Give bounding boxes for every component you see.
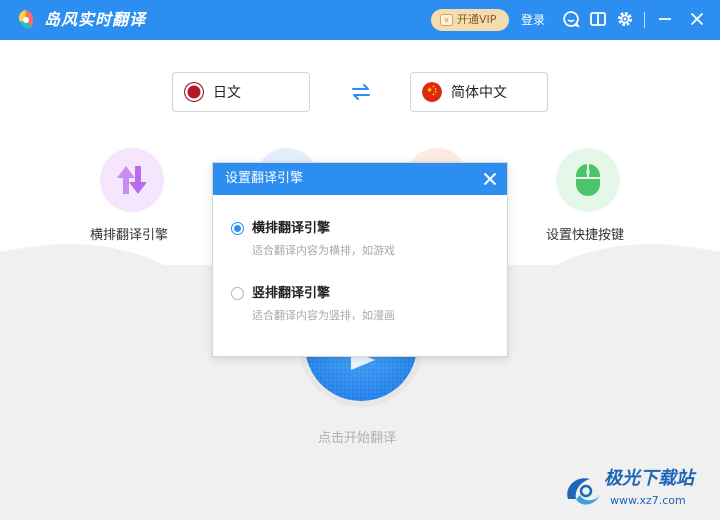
chat-icon[interactable] [562,10,580,28]
dialog-header: 设置翻译引擎 [213,163,507,195]
toolbar-divider [644,12,645,28]
vip-badge-icon: v [440,14,453,26]
option-title: 横排翻译引擎 [252,221,331,236]
radio-vertical[interactable] [231,287,244,300]
shortcut-settings-label: 设置快捷按键 [546,228,625,243]
horizontal-engine-label: 横排翻译引擎 [90,228,169,243]
dialog-close-icon[interactable] [481,170,499,188]
watermark-logo-icon [567,478,600,505]
vip-button[interactable]: v 开通VIP [431,9,509,31]
china-flag-icon: ★ [422,82,442,102]
mouse-icon [576,164,600,196]
watermark-url: www.xz7.com [610,494,686,507]
source-language-select[interactable]: 日文 [172,72,310,112]
radio-horizontal[interactable] [231,222,244,235]
app-title: 岛风实时翻译 [44,10,147,29]
option-description: 适合翻译内容为竖排，如漫画 [252,309,395,322]
close-icon[interactable] [688,10,706,28]
vip-label: 开通VIP [457,13,497,26]
option-description: 适合翻译内容为横排，如游戏 [252,244,395,257]
svg-text:★: ★ [427,86,433,94]
site-watermark: 极光下载站 www.xz7.com [560,463,720,520]
start-translate-label: 点击开始翻译 [318,431,397,446]
app-logo-icon [18,10,34,29]
horizontal-engine-button[interactable] [100,148,164,212]
shortcut-settings-button[interactable] [556,148,620,212]
watermark-title: 极光下载站 [604,468,694,489]
target-language-select[interactable]: ★ 简体中文 [410,72,548,112]
login-link[interactable]: 登录 [521,11,545,29]
sort-arrows-icon [117,166,147,194]
dialog-title: 设置翻译引擎 [225,171,304,186]
title-bar: 岛风实时翻译 v 开通VIP 登录 [0,0,720,40]
engine-settings-dialog: 设置翻译引擎 横排翻译引擎 适合翻译内容为横排，如游戏 竖排翻译引擎 适合翻译内… [212,162,508,357]
target-language-label: 简体中文 [451,85,507,101]
settings-icon[interactable] [616,10,634,28]
book-icon[interactable] [589,10,607,28]
option-title: 竖排翻译引擎 [252,286,331,301]
minimize-icon[interactable] [656,10,674,28]
swap-arrows-icon[interactable] [350,82,372,102]
source-language-label: 日文 [213,85,241,101]
japan-flag-icon [184,82,204,102]
